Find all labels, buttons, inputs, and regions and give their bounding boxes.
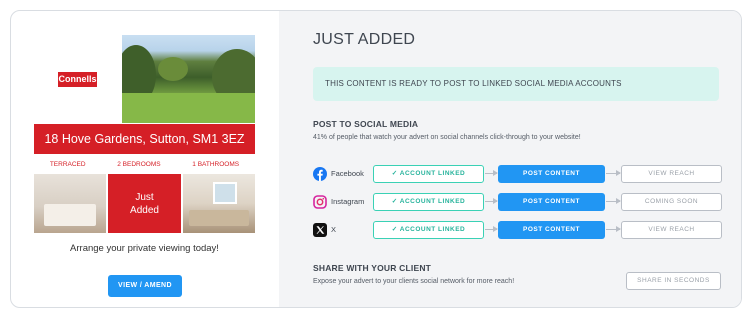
property-address: 18 Hove Gardens, Sutton, SM1 3EZ — [34, 124, 255, 154]
garden-photo — [122, 35, 255, 123]
post-section-title: POST TO SOCIAL MEDIA — [313, 119, 419, 129]
arrow-icon — [606, 170, 621, 176]
social-panel: JUST ADDED THIS CONTENT IS READY TO POST… — [279, 11, 741, 307]
bedroom-photo — [34, 174, 107, 233]
arrow-icon — [606, 198, 621, 204]
arrow-icon — [485, 198, 498, 204]
post-section-subtitle: 41% of people that watch your advert on … — [313, 134, 581, 141]
network-row-facebook: Facebook ✓ ACCOUNT LINKED POST CONTENT V… — [313, 165, 723, 183]
arrow-icon — [606, 226, 621, 232]
feature-bedrooms: 2 BEDROOMS — [117, 160, 161, 168]
property-features: TERRACED 2 BEDROOMS 1 BATHROOMS — [34, 154, 255, 174]
facebook-icon — [313, 167, 327, 181]
logo-area: Connells — [34, 35, 120, 121]
badge-line-1: Just — [135, 191, 154, 203]
arrow-icon — [485, 170, 498, 176]
post-content-facebook-button[interactable]: POST CONTENT — [498, 165, 605, 183]
account-linked-instagram: ✓ ACCOUNT LINKED — [373, 193, 484, 211]
network-row-instagram: Instagram ✓ ACCOUNT LINKED POST CONTENT … — [313, 193, 723, 211]
network-name-facebook: Facebook — [331, 169, 364, 178]
living-room-photo — [182, 174, 255, 233]
feature-type: TERRACED — [49, 160, 86, 168]
instagram-icon — [313, 195, 327, 209]
just-added-badge: Just Added — [108, 174, 181, 233]
ready-banner: THIS CONTENT IS READY TO POST TO LINKED … — [313, 67, 719, 101]
x-icon — [313, 223, 327, 237]
coming-soon-instagram: COMING SOON — [621, 193, 722, 211]
viewing-cta: Arrange your private viewing today! — [70, 243, 219, 254]
post-content-x-button[interactable]: POST CONTENT — [498, 221, 605, 239]
photo-strip: Just Added — [34, 174, 255, 233]
brand-logo: Connells — [58, 72, 97, 87]
view-amend-button[interactable]: VIEW / AMEND — [108, 275, 182, 297]
share-section-title: SHARE WITH YOUR CLIENT — [313, 263, 432, 273]
view-reach-facebook-button[interactable]: VIEW REACH — [621, 165, 722, 183]
network-name-instagram: Instagram — [331, 197, 365, 206]
view-reach-x-button[interactable]: VIEW REACH — [621, 221, 722, 239]
listing-card: Connells 18 Hove Gardens, Sutton, SM1 3E… — [10, 10, 742, 308]
account-linked-x: ✓ ACCOUNT LINKED — [373, 221, 484, 239]
panel-title: JUST ADDED — [313, 31, 416, 48]
feature-bathrooms: 1 BATHROOMS — [192, 160, 240, 168]
network-name-x: X — [331, 225, 337, 234]
arrow-icon — [485, 226, 498, 232]
badge-line-2: Added — [130, 204, 159, 216]
network-row-x: X ✓ ACCOUNT LINKED POST CONTENT VIEW REA… — [313, 221, 723, 239]
account-linked-facebook: ✓ ACCOUNT LINKED — [373, 165, 484, 183]
share-in-seconds-button[interactable]: SHARE IN SECONDS — [626, 272, 721, 290]
post-content-instagram-button[interactable]: POST CONTENT — [498, 193, 605, 211]
property-flyer: Connells 18 Hove Gardens, Sutton, SM1 3E… — [34, 35, 255, 264]
share-section-subtitle: Expose your advert to your clients socia… — [313, 278, 515, 285]
